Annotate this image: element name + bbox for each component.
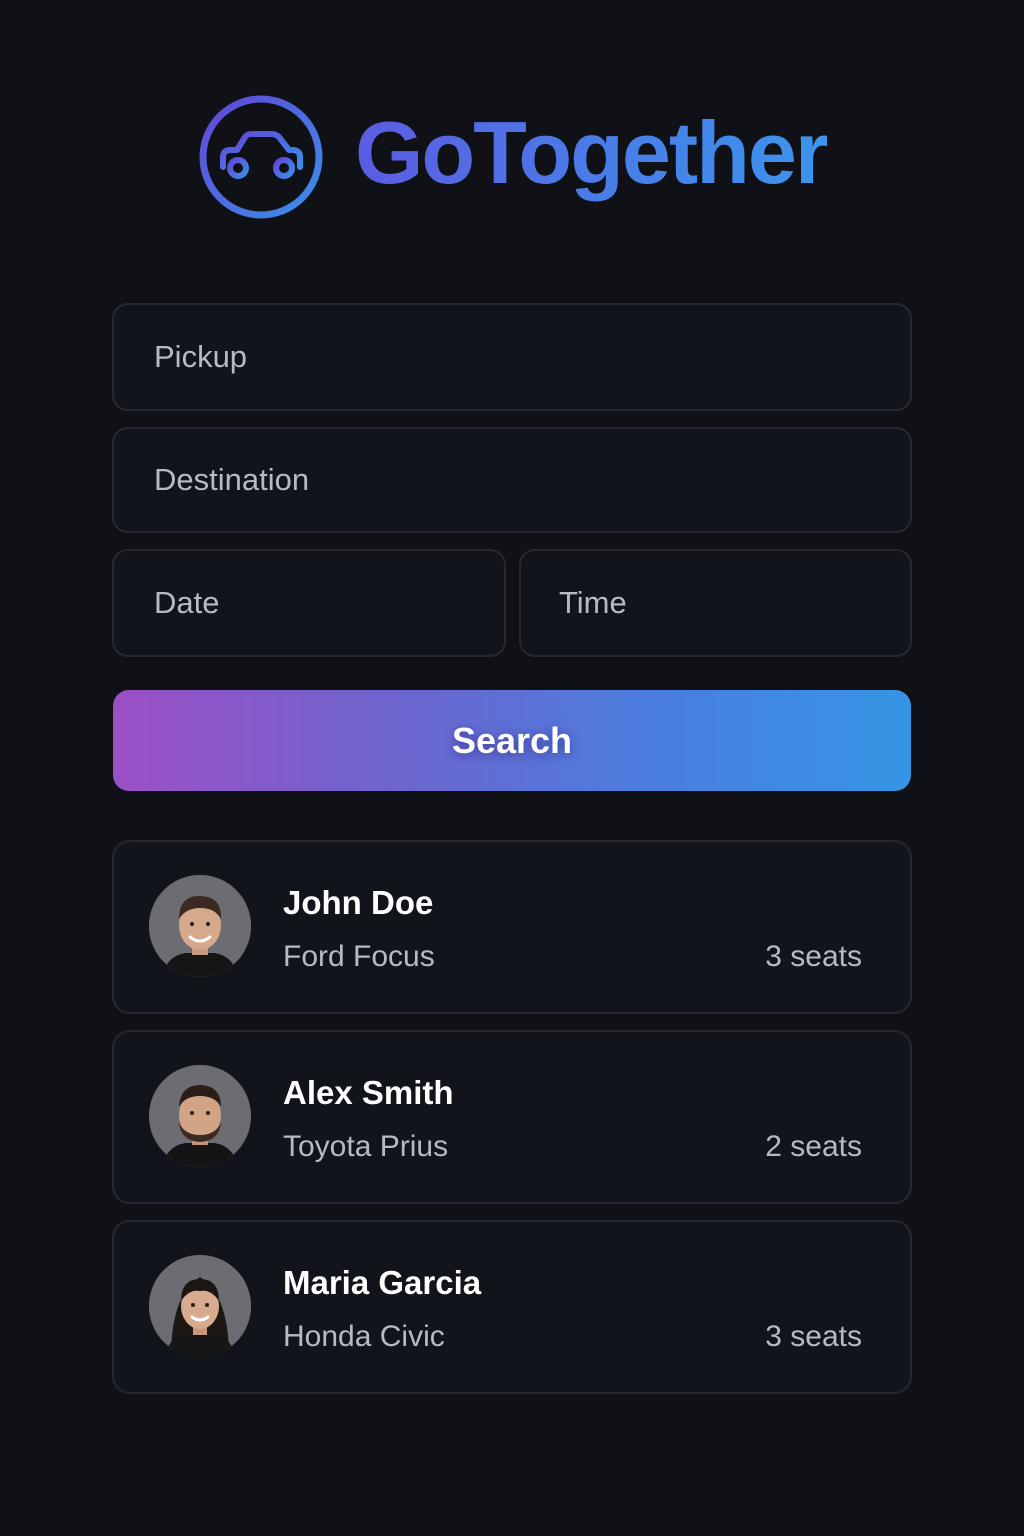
car-model: Toyota Prius <box>283 1130 449 1163</box>
avatar <box>149 1065 251 1167</box>
driver-name: Maria Garcia <box>283 1264 482 1301</box>
destination-placeholder: Destination <box>154 462 310 497</box>
avatar <box>149 1255 251 1357</box>
app-title: GoTogether <box>355 109 829 205</box>
time-input[interactable]: Time <box>519 549 912 657</box>
pickup-placeholder: Pickup <box>154 339 248 374</box>
avatar <box>149 875 251 977</box>
driver-name: John Doe <box>283 884 434 921</box>
car-model: Honda Civic <box>283 1320 445 1353</box>
ride-card[interactable]: Alex Smith Toyota Prius 2 seats <box>112 1030 912 1204</box>
seats-count: 3 seats <box>765 940 862 973</box>
app-header: GoTogether <box>0 92 1024 222</box>
date-placeholder: Date <box>154 585 220 620</box>
pickup-input[interactable]: Pickup <box>112 303 912 411</box>
destination-input[interactable]: Destination <box>112 427 912 533</box>
search-button[interactable]: Search <box>113 690 911 791</box>
ride-card[interactable]: Maria Garcia Honda Civic 3 seats <box>112 1220 912 1394</box>
ride-card[interactable]: John Doe Ford Focus 3 seats <box>112 840 912 1014</box>
time-placeholder: Time <box>559 585 627 620</box>
driver-name: Alex Smith <box>283 1074 454 1111</box>
seats-count: 2 seats <box>765 1130 862 1163</box>
car-model: Ford Focus <box>283 940 435 973</box>
seats-count: 3 seats <box>765 1320 862 1353</box>
car-icon <box>199 95 323 219</box>
date-input[interactable]: Date <box>112 549 506 657</box>
